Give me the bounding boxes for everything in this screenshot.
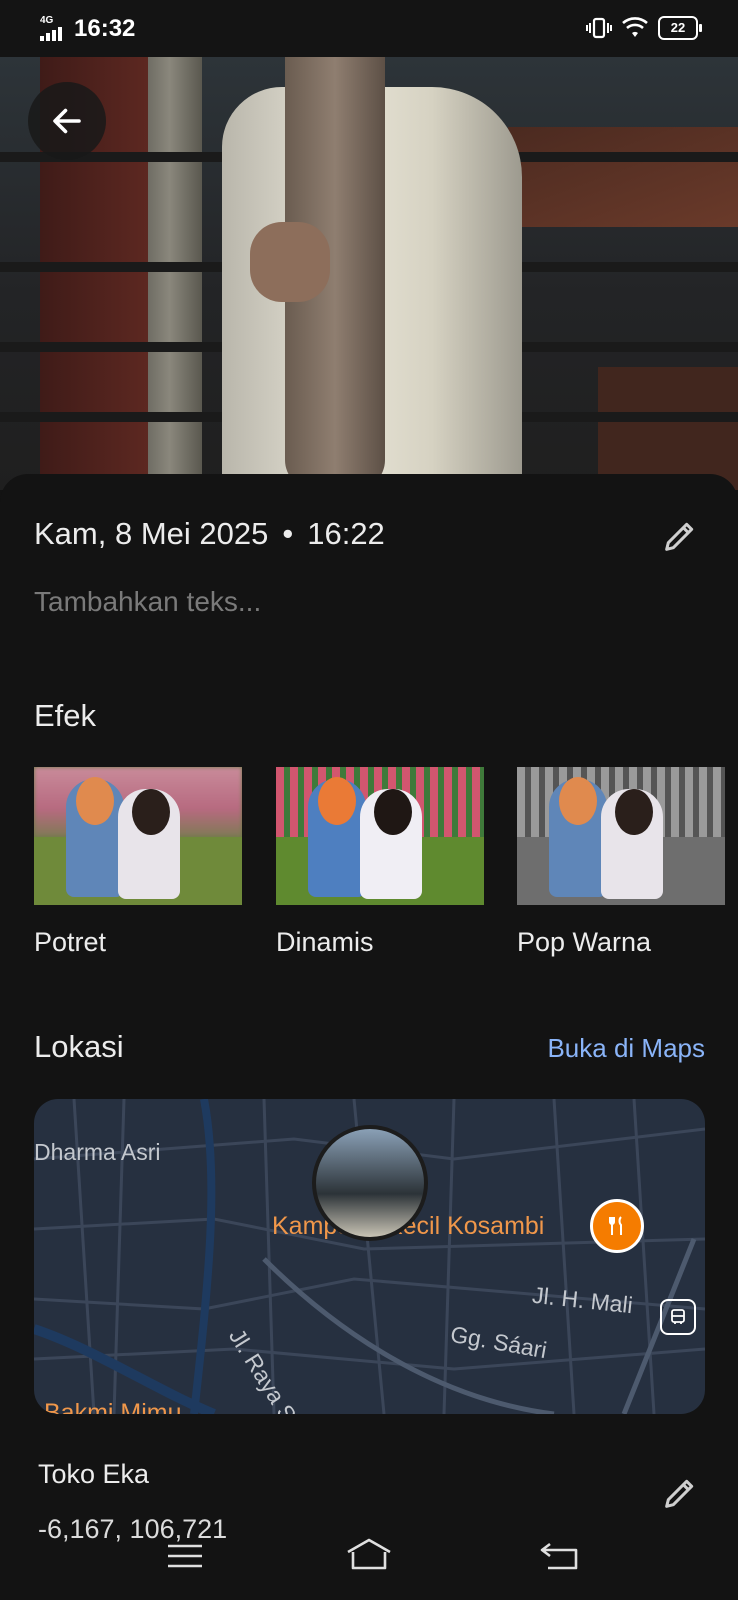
back-nav-button[interactable]: [536, 1536, 586, 1576]
clock: 16:32: [74, 15, 136, 42]
status-bar: 4G 16:32 22: [0, 0, 738, 57]
recents-button[interactable]: [160, 1536, 210, 1576]
effect-portrait[interactable]: Potret: [34, 767, 242, 958]
restaurant-icon[interactable]: [590, 1199, 644, 1253]
photo-location-pin[interactable]: [312, 1125, 428, 1241]
battery-icon: 22: [658, 16, 702, 40]
back-icon: [540, 1542, 578, 1570]
edit-datetime-button[interactable]: [660, 516, 700, 561]
edit-location-button[interactable]: [660, 1473, 700, 1518]
effects-list: Potret Dinamis Pop Warna: [34, 767, 734, 967]
signal-icon: 4G: [40, 15, 64, 41]
back-button[interactable]: [28, 82, 106, 160]
map-street-label: Dharma Asri: [34, 1139, 161, 1165]
caption-input[interactable]: Tambahkan teks...: [34, 586, 261, 618]
system-navigation-bar: [0, 1526, 738, 1600]
location-map[interactable]: Dharma Asri Kampung Kecil Kosambi Jl. H.…: [34, 1099, 705, 1414]
vibrate-icon: [586, 17, 612, 39]
effect-label: Potret: [34, 927, 107, 957]
pencil-icon: [665, 522, 694, 551]
effect-thumbnail: [34, 767, 242, 905]
home-icon: [347, 1538, 391, 1570]
effect-color-pop[interactable]: Pop Warna: [517, 767, 725, 958]
photo-preview[interactable]: [0, 57, 738, 490]
wifi-icon: [622, 17, 648, 37]
network-type: 4G: [40, 15, 54, 26]
map-poi-label: Bakmi Mimu: [44, 1399, 182, 1414]
pencil-icon: [665, 1479, 694, 1508]
arrow-back-icon: [53, 108, 81, 134]
effect-thumbnail: [517, 767, 725, 905]
effect-label: Dinamis: [276, 927, 374, 957]
photo-time: 16:22: [307, 516, 385, 551]
menu-icon: [168, 1544, 202, 1568]
home-button[interactable]: [344, 1536, 394, 1576]
effect-thumbnail: [276, 767, 484, 905]
effect-dynamic[interactable]: Dinamis: [276, 767, 484, 958]
photo-datetime: Kam, 8 Mei 2025 • 16:22: [34, 516, 385, 551]
location-title: Lokasi: [34, 1029, 124, 1064]
place-name: Toko Eka: [38, 1459, 150, 1489]
effect-label: Pop Warna: [517, 927, 652, 957]
bus-stop-icon[interactable]: [660, 1299, 696, 1335]
info-sheet: Kam, 8 Mei 2025 • 16:22 Tambahkan teks... …: [0, 474, 738, 1600]
open-in-maps-link[interactable]: Buka di Maps: [547, 1033, 705, 1064]
photo-date: Kam, 8 Mei 2025: [34, 516, 269, 551]
effects-title: Efek: [34, 698, 97, 733]
